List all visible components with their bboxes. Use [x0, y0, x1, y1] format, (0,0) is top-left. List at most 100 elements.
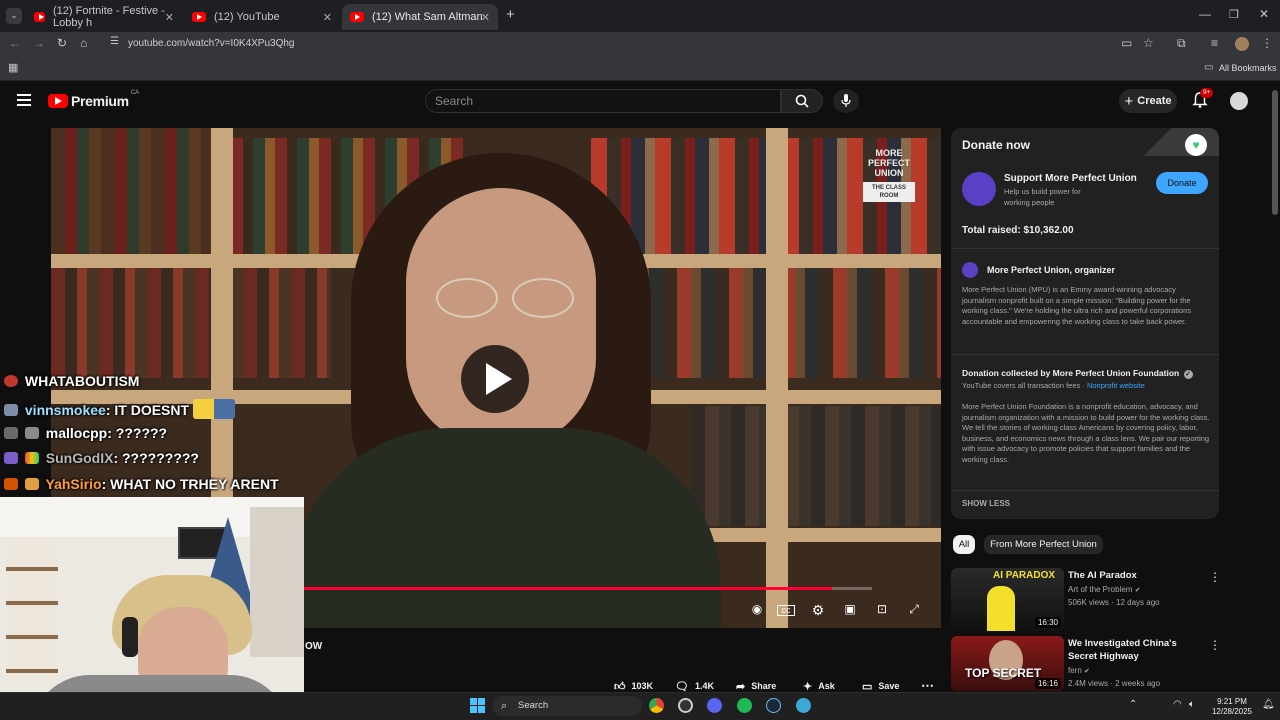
browser-tab-bar: ⌄ (12) Fortnite - Festive - Lobby h ✕ (1… [0, 0, 1280, 32]
voice-search-button[interactable] [833, 89, 859, 113]
chat-text: WHATABOUTISM [24, 373, 140, 389]
donate-button[interactable]: Donate [1156, 172, 1208, 194]
tab-youtube[interactable]: (12) YouTube ✕ [184, 4, 340, 30]
tab-fortnite[interactable]: (12) Fortnite - Festive - Lobby h ✕ [26, 4, 182, 30]
rec-menu-icon[interactable]: ⋮ [1209, 570, 1221, 584]
youtube-logo[interactable]: Premium CA [48, 90, 140, 109]
foundation-description: More Perfect Union Foundation is a nonpr… [962, 402, 1210, 464]
rec-channel[interactable]: Art of the Problem ✔ [1068, 585, 1141, 594]
home-icon[interactable]: ⌂ [80, 36, 87, 50]
discord-taskbar-icon[interactable] [707, 698, 722, 713]
reload-icon[interactable]: ↻ [57, 36, 67, 50]
tray-chevron-icon[interactable]: ⌃ [1129, 699, 1137, 710]
cast-icon[interactable]: ⊡ [873, 602, 891, 618]
page-scrollbar[interactable] [1272, 90, 1278, 215]
account-avatar[interactable] [1230, 92, 1248, 110]
chrome-taskbar-icon[interactable] [649, 698, 664, 713]
bookshelf-right-low [691, 406, 941, 526]
extensions-icon[interactable]: ⧉ [1177, 36, 1186, 51]
chat-username: SunGodIX [45, 450, 114, 466]
collected-by-label: Donation collected by More Perfect Union… [962, 368, 1180, 378]
window-close-icon[interactable]: ✕ [1259, 7, 1269, 21]
obs-taskbar-icon[interactable] [678, 698, 693, 713]
chat-text: : ????????? [113, 450, 199, 466]
donate-header-decoration [1139, 128, 1219, 156]
forward-icon[interactable]: → [33, 36, 45, 50]
minimize-icon[interactable]: — [1199, 7, 1211, 21]
site-info-icon[interactable]: ☰ [110, 36, 119, 47]
close-icon[interactable]: ✕ [323, 11, 332, 24]
media-icon[interactable]: ≡ [1211, 36, 1218, 50]
chip-from-channel[interactable]: From More Perfect Union [984, 535, 1103, 554]
channel-watermark: MORE PERFECT UNION THE CLASS ROOM [863, 148, 915, 202]
cast-icon[interactable]: ▭ [1121, 36, 1132, 50]
chat-username: mallocpp [45, 425, 108, 441]
play-button[interactable] [461, 345, 529, 413]
presenter-glasses [436, 278, 576, 318]
steam-taskbar-icon[interactable] [766, 698, 781, 713]
search-button[interactable] [781, 89, 823, 113]
maximize-icon[interactable]: ❐ [1229, 8, 1239, 21]
profile-avatar[interactable] [1235, 37, 1249, 51]
bookmarks-bar: ▦ ▭ All Bookmarks [0, 57, 1280, 81]
captions-icon[interactable]: cc [777, 605, 795, 616]
tab-search-icon[interactable]: ⌄ [6, 8, 22, 24]
volume-icon[interactable]: 🔈︎ [1189, 699, 1195, 710]
presenter-sweater [291, 428, 721, 628]
chip-all[interactable]: All [953, 535, 975, 554]
back-icon[interactable]: ← [9, 36, 21, 50]
region-code: CA [130, 90, 140, 96]
rec-thumbnail[interactable]: TOP SECRET 16:16 [951, 636, 1064, 691]
watermark-sub: THE CLASS ROOM [863, 182, 915, 202]
new-tab-button[interactable]: + [506, 6, 515, 23]
divider [951, 490, 1219, 491]
bookshelf-left-top [51, 128, 211, 258]
menu-kebab-icon[interactable]: ⋮ [1261, 36, 1273, 50]
miniplayer-icon[interactable]: ▣ [841, 602, 859, 618]
notifications-button[interactable]: 9+ [1192, 88, 1214, 110]
thumbnail-text: AI PARADOX [993, 570, 1056, 581]
fullscreen-icon[interactable]: ⤢ [905, 602, 923, 618]
verified-icon: ✔ [1084, 668, 1090, 675]
collected-by: Donation collected by More Perfect Union… [962, 368, 1193, 379]
browser-taskbar-icon[interactable] [796, 698, 811, 713]
settings-gear-icon[interactable]: ⚙ [809, 602, 827, 618]
tab-video-active[interactable]: (12) What Sam Altman Doesn't ✕ [342, 4, 498, 30]
rec-title[interactable]: The AI Paradox [1068, 569, 1203, 582]
all-bookmarks-link[interactable]: All Bookmarks [1219, 63, 1277, 73]
url-field[interactable]: youtube.com/watch?v=I0K4XPu3Qhg [128, 38, 295, 49]
search-input[interactable]: Search [425, 89, 781, 113]
video-progress-bar[interactable] [304, 587, 872, 590]
clock-date: 12/28/2025 [1211, 707, 1253, 716]
video-title-fragment: OW [305, 641, 323, 652]
apps-grid-icon[interactable]: ▦ [8, 61, 18, 74]
bookmark-star-icon[interactable]: ☆ [1143, 36, 1154, 50]
nonprofit-website-link[interactable]: Nonprofit website [1087, 381, 1145, 390]
clock[interactable]: 9:21 PM 12/28/2025 [1208, 697, 1256, 717]
start-button[interactable] [470, 698, 485, 713]
user-badge-icon [24, 452, 39, 464]
rec-thumbnail[interactable]: AI PARADOX 16:30 [951, 568, 1064, 631]
hamburger-menu-icon[interactable] [17, 94, 31, 106]
thumbnail-figure [987, 586, 1015, 631]
notification-bell-icon[interactable]: 🔔︎ [1262, 699, 1275, 710]
spotify-taskbar-icon[interactable] [737, 698, 752, 713]
santa-emote-icon [4, 375, 18, 387]
rec-title[interactable]: We Investigated China's Secret Highway [1068, 637, 1203, 663]
rec-channel[interactable]: fern ✔ [1068, 666, 1090, 675]
address-bar-row: ← → ↻ ⌂ ☰ youtube.com/watch?v=I0K4XPu3Qh… [0, 32, 1280, 57]
rec-menu-icon[interactable]: ⋮ [1209, 638, 1221, 652]
fees-note: YouTube covers all transaction fees · No… [962, 381, 1145, 392]
create-button[interactable]: + Create [1119, 89, 1177, 113]
autoplay-toggle-icon[interactable]: ◉ [748, 602, 766, 618]
watermark-line: MORE [875, 148, 903, 158]
taskbar-search[interactable]: ⌕ Search [492, 696, 642, 716]
folder-icon: ▭ [1204, 62, 1214, 73]
user-badge-icon [4, 452, 18, 464]
show-less-button[interactable]: SHOW LESS [962, 499, 1010, 508]
close-icon[interactable]: ✕ [165, 11, 174, 24]
verified-icon: ✔ [1134, 587, 1141, 594]
plus-icon: + [1124, 92, 1134, 110]
wifi-icon[interactable]: ◠ [1173, 699, 1182, 710]
close-icon[interactable]: ✕ [481, 11, 490, 24]
